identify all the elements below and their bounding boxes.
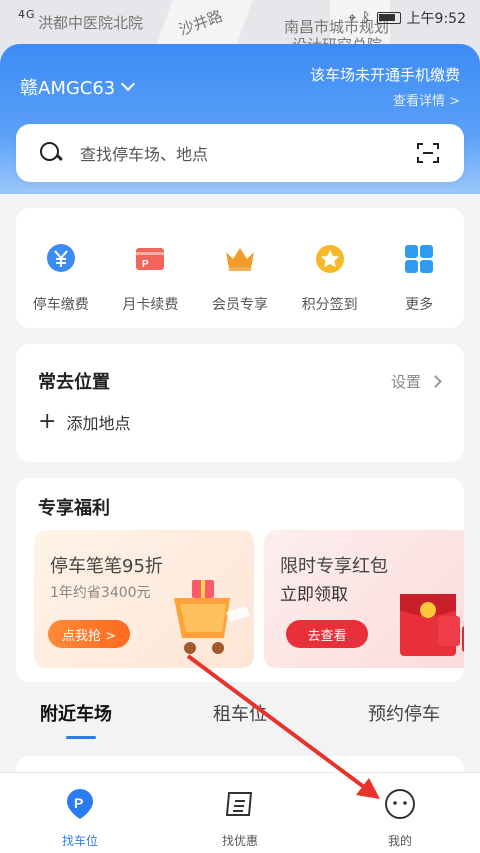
location-icon: ⌖ [348,10,357,26]
card-icon: P [136,248,165,270]
nav-label: 找车位 [61,834,98,848]
nav-find-parking[interactable]: P 找车位 [30,787,130,853]
plus-icon: + [38,409,57,434]
tile-label: 停车缴费 [32,297,89,313]
tile-label: 会员专享 [211,297,268,313]
svg-text:P: P [74,795,83,811]
add-location-button[interactable]: + 添加地点 [38,410,130,434]
nav-mine[interactable]: 我的 [350,787,450,853]
promo-discount-card[interactable]: 停车笔笔95折 1年约省3400元 点我抢 > [34,530,254,668]
gift-cart-illustration [174,580,250,654]
chevron-right-icon [429,375,442,388]
settings-label: 设置 [390,373,421,391]
view-details-link[interactable]: 查看详情 > [393,90,460,109]
svg-text:P: P [142,259,149,270]
tab-nearby[interactable]: 附近车场 [40,700,112,744]
promo-subtitle: 立即领取 [280,585,348,605]
search-icon [40,142,62,164]
parking-payment-button[interactable]: 停车缴费 [21,242,101,328]
scan-icon[interactable] [416,141,440,165]
frequent-locations-card: 常去位置 设置 + 添加地点 [16,344,464,462]
section-title: 专享福利 [38,498,110,519]
tab-reserve[interactable]: 预约停车 [368,700,440,744]
benefits-card: 专享福利 停车笔笔95折 1年约省3400元 点我抢 > 限时专享红包 立即领取… [16,478,464,682]
red-packet-illustration [400,594,464,656]
battery-icon [376,12,401,24]
plate-selector[interactable]: 赣AMGC63 [20,74,136,100]
promo-headline: 限时专享红包 [280,556,388,577]
nav-deals[interactable]: 找优惠 [190,787,290,853]
grid-icon [405,245,434,273]
promo-red-packet-card[interactable]: 限时专享红包 立即领取 去查看 [264,530,464,668]
network-indicator: 4G [18,8,36,21]
tile-label: 积分签到 [301,297,358,313]
grab-button[interactable]: 点我抢 > [48,620,130,648]
status-time: 上午9:52 [406,11,466,27]
promo-headline: 停车笔笔95折 [50,556,163,577]
parking-tabs: 附近车场 租车位 预约停车 [16,700,464,744]
tile-label: 更多 [405,297,434,313]
points-checkin-button[interactable]: 积分签到 [290,242,370,328]
search-bar[interactable]: 查找停车场、地点 [16,124,464,182]
view-button[interactable]: 去查看 [286,620,368,648]
nav-label: 我的 [387,834,412,848]
star-icon [315,245,344,273]
quick-actions: 停车缴费 P 月卡续费 会员专享 积分签到 更多 [16,208,464,328]
crown-icon [225,248,254,271]
promo-subtitle: 1年约省3400元 [50,585,151,601]
status-bar: 4G ⌖ ᛒ 上午9:52 [0,4,480,32]
chevron-down-icon [121,76,136,92]
bluetooth-icon: ᛒ [362,10,371,26]
section-title: 常去位置 [38,372,110,393]
tile-label: 月卡续费 [122,297,179,313]
add-location-label: 添加地点 [66,414,131,433]
nav-label: 找优惠 [221,834,258,848]
member-button[interactable]: 会员专享 [200,242,280,328]
settings-link[interactable]: 设置 [390,371,442,392]
yuan-icon [46,244,75,272]
search-input[interactable]: 查找停车场、地点 [80,141,208,165]
bottom-nav: P 找车位 找优惠 我的 [0,772,480,853]
parking-pin-icon: P [67,789,93,819]
ticket-icon [225,792,253,816]
more-button[interactable]: 更多 [379,242,459,328]
tab-rent-space[interactable]: 租车位 [213,700,267,744]
monthly-card-button[interactable]: P 月卡续费 [110,242,190,328]
profile-icon [385,789,415,819]
plate-number: 赣AMGC63 [20,78,116,99]
payment-notice: 该车场未开通手机缴费 [309,66,460,84]
